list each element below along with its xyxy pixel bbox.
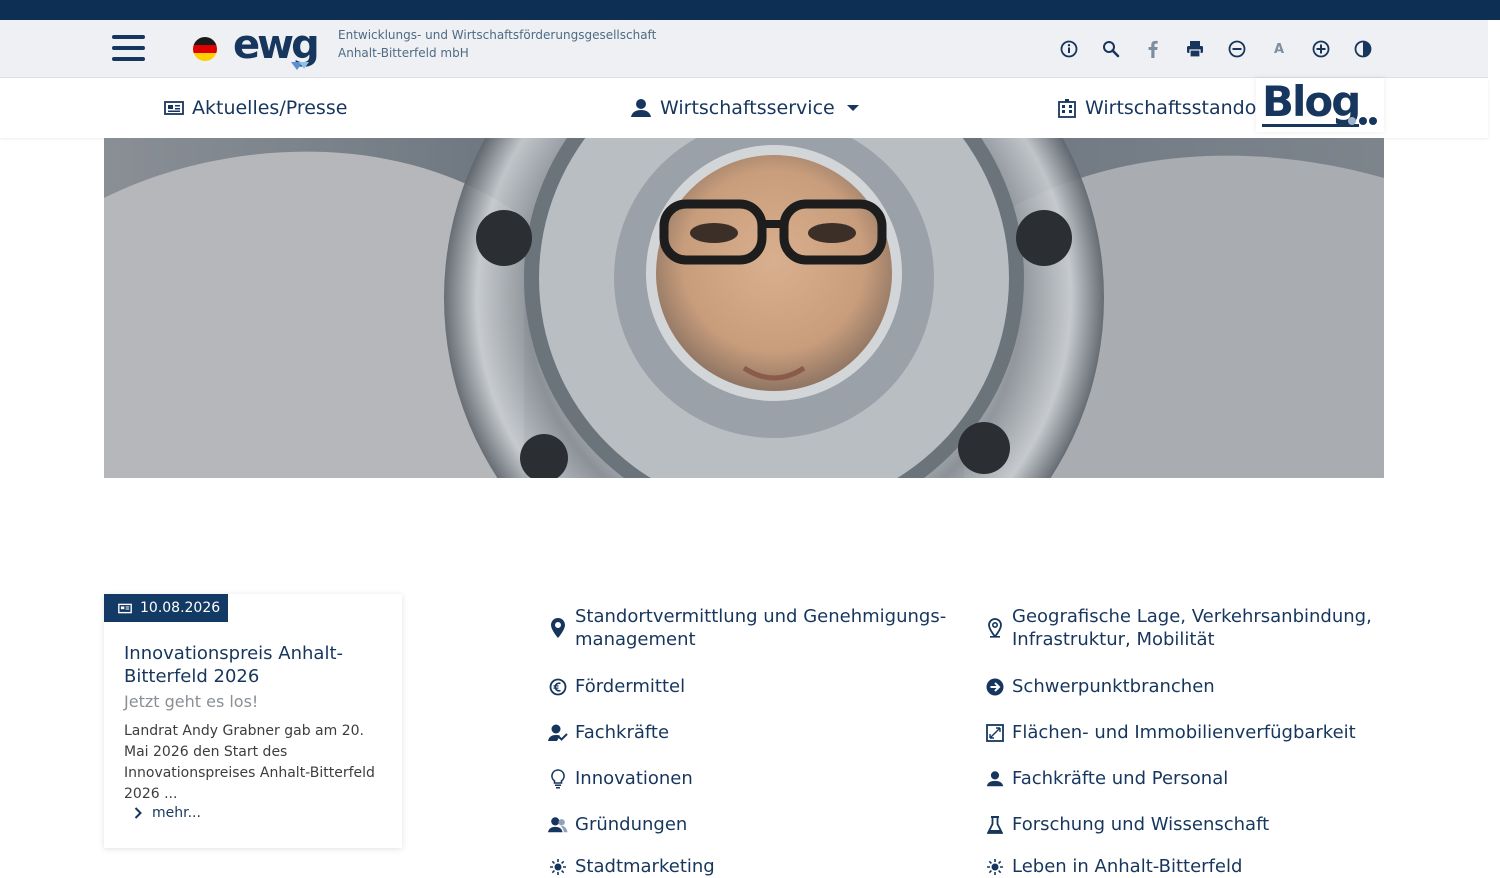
ewg-logo[interactable]: ewg Entwicklungs- und Wirtschaftsförderu… <box>233 24 656 74</box>
link-label: Leben in Anhalt-Bitterfeld <box>1012 856 1243 877</box>
chevron-right-icon <box>134 807 142 819</box>
top-strip <box>0 0 1500 20</box>
link-standortvermittlung[interactable]: Standortvermittlung und Genehmigungs-man… <box>548 605 946 651</box>
link-label: management <box>575 629 696 650</box>
blog-dot-icon <box>1359 117 1367 125</box>
link-label: Innovationen <box>575 768 693 789</box>
blog-button[interactable]: Blog <box>1256 78 1384 132</box>
newspaper-icon <box>118 603 132 613</box>
users-icon <box>548 816 568 832</box>
link-stadtmarketing[interactable]: Stadtmarketing <box>548 855 715 878</box>
link-label: Schwerpunktbranchen <box>1012 676 1215 697</box>
newspaper-icon <box>164 101 184 115</box>
hero-image <box>104 138 1384 478</box>
sun-icon <box>987 858 1003 875</box>
link-leben[interactable]: Leben in Anhalt-Bitterfeld <box>985 855 1242 878</box>
search-icon[interactable] <box>1100 37 1122 61</box>
nav-label: Wirtschaftsstandort <box>1085 97 1272 119</box>
blog-dot-icon <box>1369 117 1377 125</box>
user-service-icon <box>631 99 651 117</box>
header-bar: ewg Entwicklungs- und Wirtschaftsförderu… <box>0 20 1488 78</box>
flask-icon <box>987 815 1003 834</box>
link-label: Fachkräfte <box>575 722 670 743</box>
link-label: Forschung und Wissenschaft <box>1012 814 1270 835</box>
user-group-icon <box>986 770 1004 786</box>
link-label: Stadtmarketing <box>575 856 715 877</box>
contrast-icon[interactable] <box>1352 37 1374 61</box>
nav-label: Wirtschaftsservice <box>660 97 835 119</box>
zoom-out-icon[interactable] <box>1226 37 1248 61</box>
map-pin-outline-icon <box>988 618 1002 638</box>
zoom-in-icon[interactable] <box>1310 37 1332 61</box>
user-check-icon <box>548 724 568 741</box>
link-geografische-lage[interactable]: Geografische Lage, Verkehrsanbindung, Inf… <box>985 605 1372 651</box>
link-label: Flächen- und Immobilienverfügbarkeit <box>1012 722 1356 743</box>
link-fachkraefte[interactable]: Fachkräfte <box>548 721 669 744</box>
link-label: Standortvermittlung und Genehmigungs- <box>575 606 947 627</box>
facebook-icon[interactable] <box>1142 37 1164 61</box>
nav-label: Aktuelles/Presse <box>192 97 348 119</box>
font-reset-icon[interactable]: A <box>1268 37 1290 61</box>
print-icon[interactable] <box>1184 37 1206 61</box>
link-forschung[interactable]: Forschung und Wissenschaft <box>985 813 1269 836</box>
blog-dot-icon <box>1348 117 1356 125</box>
info-icon[interactable] <box>1058 37 1080 61</box>
menu-bar-icon <box>112 35 145 39</box>
menu-hamburger-button[interactable] <box>112 35 146 63</box>
link-innovationen[interactable]: Innovationen <box>548 767 693 790</box>
link-label: Gründungen <box>575 814 688 835</box>
link-label: Infrastruktur, Mobilität <box>1012 629 1215 650</box>
news-date: 10.08.2026 <box>140 600 221 616</box>
news-text: Landrat Andy Grabner gab am 20. Mai 2026… <box>124 723 375 802</box>
chevron-down-icon <box>846 105 859 111</box>
link-flaechen[interactable]: Flächen- und Immobilienverfügbarkeit <box>985 721 1356 744</box>
news-subtitle: Jetzt geht es los! <box>124 692 259 711</box>
lightbulb-icon <box>551 768 565 788</box>
blog-label: Blog <box>1262 77 1361 127</box>
news-more-link[interactable]: mehr... <box>134 805 201 821</box>
news-title[interactable]: Innovationspreis Anhalt-Bitterfeld 2026 <box>124 642 384 688</box>
arrow-circle-right-icon <box>986 678 1004 695</box>
nav-item-wirtschaftsstandort[interactable]: Wirtschaftsstandort <box>1057 94 1272 122</box>
link-schwerpunktbranchen[interactable]: Schwerpunktbranchen <box>985 675 1215 698</box>
news-more-label: mehr... <box>152 805 201 821</box>
menu-bar-icon <box>112 57 145 61</box>
building-icon <box>1058 99 1076 118</box>
nav-item-wirtschaftsservice[interactable]: Wirtschaftsservice <box>630 94 859 122</box>
link-label: Fachkräfte und Personal <box>1012 768 1229 789</box>
nav-item-aktuelles[interactable]: Aktuelles/Presse <box>164 94 347 122</box>
link-label: Fördermittel <box>575 676 686 697</box>
euro-icon <box>549 678 567 695</box>
map-pin-icon <box>551 618 565 638</box>
date-badge: 10.08.2026 <box>104 594 228 622</box>
link-foerdermittel[interactable]: Fördermittel <box>548 675 685 698</box>
link-gruendungen[interactable]: Gründungen <box>548 813 687 836</box>
link-label: Geografische Lage, Verkehrsanbindung, <box>1012 606 1372 627</box>
ewg-logo-mark-icon: ewg <box>233 26 320 70</box>
logo-line-1: Entwicklungs- und Wirtschaftsförderungsg… <box>338 28 657 42</box>
logo-line-2: Anhalt-Bitterfeld mbH <box>338 46 469 60</box>
menu-bar-icon <box>112 46 145 50</box>
area-icon <box>986 723 1004 742</box>
german-flag-language-button[interactable] <box>193 37 217 61</box>
ewg-wordmark: ewg <box>233 26 317 68</box>
sun-icon <box>550 858 566 875</box>
news-card[interactable]: 10.08.2026 Innovationspreis Anhalt-Bitte… <box>104 594 402 848</box>
link-fachkraefte-personal[interactable]: Fachkräfte und Personal <box>985 767 1228 790</box>
